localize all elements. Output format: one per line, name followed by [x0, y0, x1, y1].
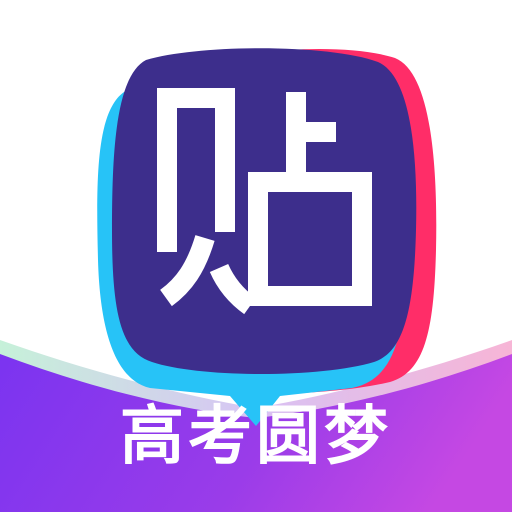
app-icon[interactable]: 高考圆梦	[0, 0, 512, 512]
banner-text: 高考圆梦	[120, 400, 392, 474]
